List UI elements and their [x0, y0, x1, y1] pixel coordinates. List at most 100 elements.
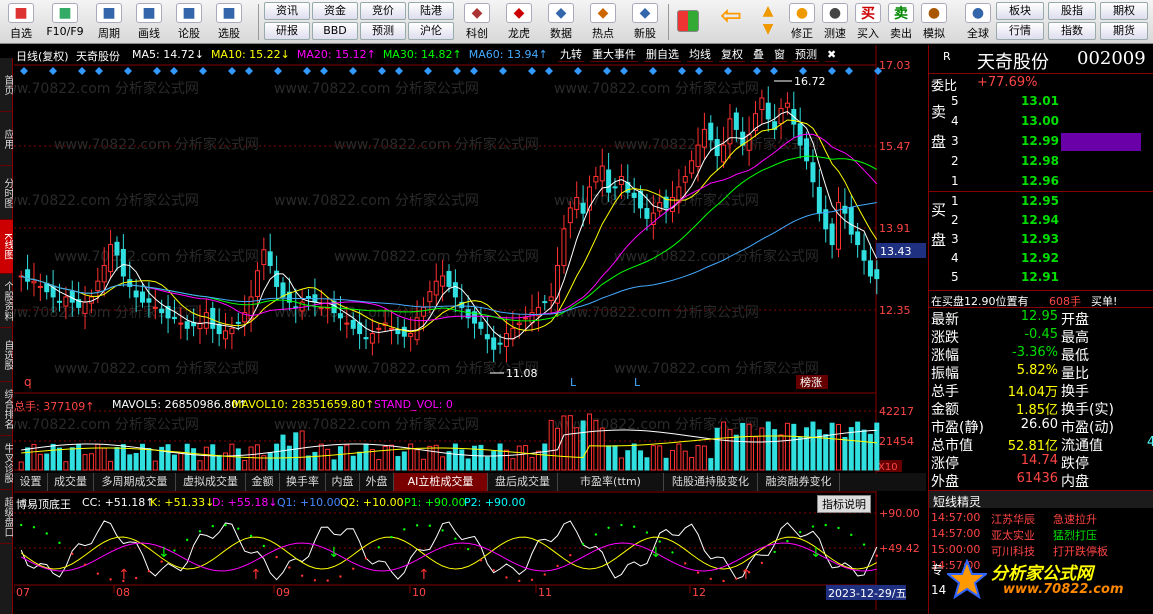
toolbar-grid-button[interactable]: 资讯: [264, 2, 310, 20]
layout-grid-button[interactable]: [672, 2, 704, 42]
toolbar-hot-button[interactable]: ◆ 热点: [584, 2, 622, 42]
toolbar-cycle-button[interactable]: ■ 周期: [90, 2, 128, 42]
kline-chart-area[interactable]: www.70822.com 分析家公式网 www.70822.com 分析家公式网…: [14, 45, 926, 610]
toolbar-right-button[interactable]: 股指: [1048, 2, 1096, 20]
toolbar-speed-button[interactable]: ● 测速: [819, 2, 851, 42]
toolbar-dragon-button[interactable]: ◆ 龙虎: [500, 2, 538, 42]
left-nav-item[interactable]: 牛叉诊股: [0, 436, 13, 490]
volume-bar: [108, 460, 114, 471]
toolbar-pe-button[interactable]: ◆ 数据: [542, 2, 580, 42]
toolbar-right-button[interactable]: 指数: [1048, 22, 1096, 40]
watermark-text: www.70822.com 分析家公式网: [614, 360, 819, 377]
ind-dot: [211, 524, 214, 528]
toolbar-right-button[interactable]: 期货: [1100, 22, 1148, 40]
ask-row[interactable]: 2 12.98: [929, 153, 1153, 171]
indicator-tab[interactable]: 盘后成交量: [488, 473, 558, 491]
newstock-icon: ◆: [632, 3, 658, 23]
chart-top-button[interactable]: 均线: [687, 48, 713, 62]
left-nav-item[interactable]: 自选股: [0, 328, 13, 382]
chart-top-button[interactable]: 删自选: [644, 48, 681, 62]
indicator-tab[interactable]: 外盘: [360, 473, 394, 491]
ask-row[interactable]: 4 13.00: [929, 113, 1153, 131]
bid-row[interactable]: 2 12.94: [929, 212, 1153, 230]
indicator-tab[interactable]: 成交量: [48, 473, 94, 491]
chart-top-button[interactable]: 预测: [793, 48, 819, 62]
candle-body: [223, 330, 229, 340]
indicator-tab[interactable]: 虚拟成交量: [176, 473, 246, 491]
toolbar-grid-button[interactable]: 预测: [360, 22, 406, 40]
chart-top-button[interactable]: 九转: [558, 48, 584, 62]
sell-arrow-icon: ↓: [158, 545, 170, 561]
stat-label-2: 换手(实): [1061, 402, 1114, 418]
ask-row[interactable]: 3 12.99: [929, 133, 1153, 151]
ind-dot: [96, 572, 100, 575]
volume-bar: [727, 428, 733, 471]
left-nav-item[interactable]: 应用: [0, 112, 13, 166]
toolbar-pen-button[interactable]: ■ 画线: [130, 2, 168, 42]
back-arrow-button[interactable]: ⇦: [712, 1, 750, 42]
ind-dot: [313, 579, 317, 582]
toolbar-grid-button[interactable]: 资金: [312, 2, 358, 20]
volume-bar: [293, 432, 299, 471]
volume-bar: [433, 444, 439, 471]
toolbar-f10-button[interactable]: ■ F10/F9: [42, 2, 88, 42]
indicator-tab[interactable]: 内盘: [326, 473, 360, 491]
toolbar-grid-button[interactable]: 竞价: [360, 2, 406, 20]
toolbar-globe-button[interactable]: ● 全球: [962, 2, 994, 42]
logo: 分析家公式网 www.70822.com: [947, 555, 1153, 611]
date-badge: 2023-12-29/五: [828, 587, 907, 600]
toolbar-grid-button[interactable]: 研报: [264, 22, 310, 40]
book-divider: [929, 191, 1153, 192]
toolbar-hammer-button[interactable]: ● 模拟: [918, 2, 950, 42]
bid-row[interactable]: 3 12.93: [929, 231, 1153, 249]
indicator-tab[interactable]: AI立桩成交量: [394, 473, 488, 491]
toolbar-sell-button[interactable]: 卖卖出: [885, 2, 917, 42]
ask-highlight: [1061, 133, 1141, 151]
left-nav-item[interactable]: 分时图: [0, 166, 13, 220]
toolbar-right-button[interactable]: 行情: [996, 22, 1044, 40]
left-nav-item[interactable]: 首页: [0, 58, 13, 112]
ind-dot: [543, 573, 546, 576]
chart-top-button[interactable]: 窗: [772, 48, 787, 62]
indicator-help-button[interactable]: 指标说明: [817, 495, 871, 513]
indicator-tab[interactable]: 换手率: [280, 473, 326, 491]
chart-top-button[interactable]: ✖: [825, 48, 839, 62]
toolbar-grid-button[interactable]: BBD: [312, 22, 358, 40]
left-nav-item[interactable]: 超级盘口: [0, 490, 13, 544]
indicator-tab[interactable]: 设置: [14, 473, 48, 491]
candle-body: [599, 165, 605, 182]
toolbar-select-button[interactable]: ■ 选股: [210, 2, 248, 42]
toolbar-right-button[interactable]: 板块: [996, 2, 1044, 20]
toolbar-grid-button[interactable]: 陆港: [408, 2, 454, 20]
toolbar-fix-button[interactable]: ● 修正: [786, 2, 818, 42]
left-nav-item[interactable]: 综合排名: [0, 382, 13, 436]
toolbar-grid-button[interactable]: 沪伦: [408, 22, 454, 40]
indicator-tab[interactable]: 金额: [246, 473, 280, 491]
indicator-tab[interactable]: 融资融券变化: [758, 473, 840, 491]
toolbar-discuss-button[interactable]: ■ 论股: [170, 2, 208, 42]
chart-top-button[interactable]: 叠: [751, 48, 766, 62]
toolbar-star-button[interactable]: ■ 自选: [2, 2, 40, 42]
bid-row[interactable]: 5 12.91: [929, 269, 1153, 287]
left-nav-item[interactable]: 个股资料: [0, 274, 13, 328]
kline-svg[interactable]: www.70822.com 分析家公式网 www.70822.com 分析家公式网…: [14, 45, 926, 610]
toolbar-sci-button[interactable]: ◆ 科创: [458, 2, 496, 42]
indicator-tab[interactable]: 市盈率(ttm): [558, 473, 664, 491]
chart-top-button[interactable]: 复权: [719, 48, 745, 62]
ind-dot: [824, 523, 827, 527]
ind-dot: [173, 549, 176, 552]
ask-row[interactable]: 5 13.01: [929, 93, 1153, 111]
chart-top-button[interactable]: 重大事件: [590, 48, 638, 62]
bid-row[interactable]: 4 12.92: [929, 250, 1153, 268]
toolbar-newstock-button[interactable]: ◆ 新股: [626, 2, 664, 42]
bid-row[interactable]: 1 12.95: [929, 193, 1153, 211]
toolbar-right-button[interactable]: 期权: [1100, 2, 1148, 20]
candle-body: [784, 102, 790, 108]
ask-row[interactable]: 1 12.96: [929, 173, 1153, 191]
volume-bar: [516, 445, 522, 471]
indicator-tab[interactable]: 多周期成交量: [94, 473, 176, 491]
up-down-button[interactable]: ▲ ▼: [754, 2, 782, 42]
left-nav-item[interactable]: K线图: [0, 220, 13, 274]
indicator-tab[interactable]: 陆股通持股变化: [664, 473, 758, 491]
toolbar-buy-button[interactable]: 买买入: [852, 2, 884, 42]
